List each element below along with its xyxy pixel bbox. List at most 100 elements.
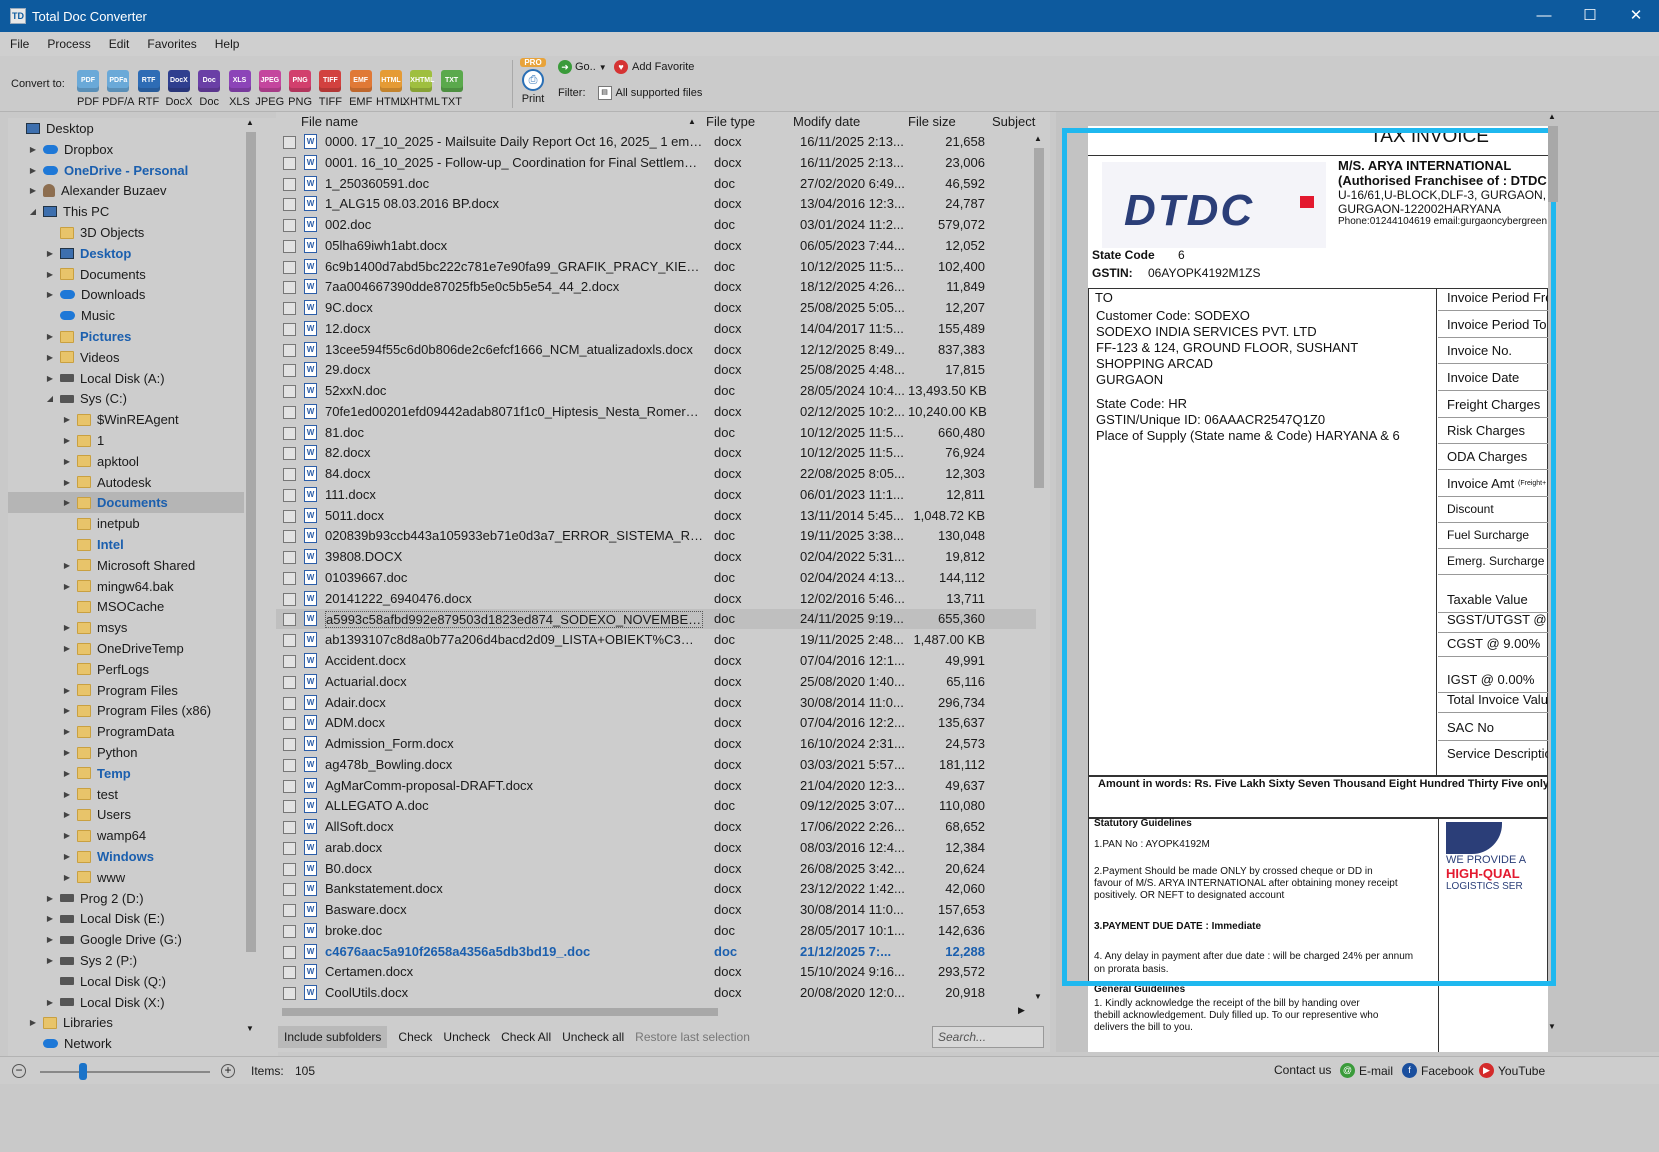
expand-arrow-icon[interactable]: ▶ <box>27 1018 39 1027</box>
row-checkbox[interactable] <box>283 717 296 731</box>
tree-item[interactable]: MSOCache <box>61 596 164 617</box>
tree-item[interactable]: ▶ wamp64 <box>61 825 146 846</box>
row-checkbox[interactable] <box>283 488 296 502</box>
row-checkbox[interactable] <box>283 364 296 378</box>
zoom-out-icon[interactable]: − <box>12 1064 26 1078</box>
file-row[interactable]: W AgMarComm-proposal-DRAFT.docx docx 21/04/… <box>276 776 1036 796</box>
menu-favorites[interactable]: Favorites <box>147 37 196 51</box>
maximize-button[interactable]: ☐ <box>1567 0 1613 32</box>
menu-file[interactable]: File <box>10 37 29 51</box>
file-row[interactable]: W 5011.docx docx 13/11/2014 5:45... 1,048.72… <box>276 506 1036 526</box>
expand-arrow-icon[interactable]: ▶ <box>61 790 73 799</box>
tree-item[interactable]: ▶ Temp <box>61 763 131 784</box>
zoom-in-icon[interactable]: + <box>221 1064 235 1078</box>
expand-arrow-icon[interactable]: ◢ <box>27 207 39 216</box>
expand-arrow-icon[interactable]: ▶ <box>27 145 39 154</box>
file-row[interactable]: W ADM.docx docx 07/04/2016 12:2... 135,637 <box>276 713 1036 733</box>
row-checkbox[interactable] <box>283 219 296 233</box>
tree-item[interactable]: ▶ Microsoft Shared <box>61 555 195 576</box>
tree-item[interactable]: ▶ Local Disk (E:) <box>44 908 165 929</box>
file-row[interactable]: W 01039667.doc doc 02/04/2024 4:13... 144,11… <box>276 568 1036 588</box>
tree-item[interactable]: ▶ Desktop <box>44 243 131 264</box>
file-row[interactable]: W AllSoft.docx docx 17/06/2022 2:26... 68,65… <box>276 817 1036 837</box>
row-checkbox[interactable] <box>283 343 296 357</box>
menu-help[interactable]: Help <box>215 37 240 51</box>
file-row[interactable]: Wa5993c58afbd992e879503d1823ed874_SODEXO… <box>276 609 1036 630</box>
row-checkbox[interactable] <box>283 779 296 793</box>
check-all-button[interactable]: Check All <box>501 1030 551 1044</box>
restore-selection-button[interactable]: Restore last selection <box>635 1030 750 1044</box>
expand-arrow-icon[interactable]: ▶ <box>61 769 73 778</box>
file-row[interactable]: W 84.docx docx 22/08/2025 8:05... 12,303 <box>276 464 1036 484</box>
scroll-down-icon[interactable]: ▼ <box>246 1024 254 1033</box>
file-row[interactable]: W 12.docx docx 14/04/2017 11:5... 155,489 <box>276 319 1036 339</box>
row-checkbox[interactable] <box>283 530 296 544</box>
file-row[interactable]: Wag478b_Bowling.docx docx 03/03/2021 5:57.… <box>276 755 1036 775</box>
row-checkbox[interactable] <box>283 904 296 918</box>
expand-arrow-icon[interactable]: ▶ <box>61 727 73 736</box>
row-checkbox[interactable] <box>283 302 296 316</box>
row-checkbox[interactable] <box>283 136 296 149</box>
expand-arrow-icon[interactable]: ▶ <box>44 290 56 299</box>
tree-item[interactable]: Desktop <box>10 118 94 139</box>
row-checkbox[interactable] <box>283 862 296 876</box>
row-checkbox[interactable] <box>283 322 296 336</box>
scroll-up-icon[interactable]: ▲ <box>1034 134 1042 143</box>
scroll-right-icon[interactable]: ▶ <box>1018 1005 1025 1016</box>
tree-item[interactable]: ▶ Local Disk (X:) <box>44 992 165 1013</box>
file-row[interactable]: W Actuarial.docx docx 25/08/2020 1:40... 65,… <box>276 672 1036 692</box>
expand-arrow-icon[interactable]: ▶ <box>44 894 56 903</box>
expand-arrow-icon[interactable]: ▶ <box>61 831 73 840</box>
row-checkbox[interactable] <box>283 613 296 627</box>
expand-arrow-icon[interactable]: ▶ <box>44 956 56 965</box>
expand-arrow-icon[interactable]: ▶ <box>44 353 56 362</box>
print-button[interactable]: PRO ⎙ Print <box>518 58 548 105</box>
file-row[interactable]: W 111.docx docx 06/01/2023 11:1... 12,811 <box>276 485 1036 505</box>
col-file-size[interactable]: File size <box>908 114 956 129</box>
file-row[interactable]: W 39808.DOCX docx 02/04/2022 5:31... 19,812 <box>276 547 1036 567</box>
file-row[interactable]: W 1_250360591.doc doc 27/02/2020 6:49... 46,… <box>276 174 1036 194</box>
row-checkbox[interactable] <box>283 655 296 668</box>
tree-item[interactable]: ▶ Documents <box>44 264 146 285</box>
file-row[interactable]: W Bankstatement.docx docx 23/12/2022 1:42..… <box>276 879 1036 899</box>
tree-item[interactable]: ▶ Alexander Buzaev <box>27 180 167 201</box>
expand-arrow-icon[interactable]: ▶ <box>61 873 73 882</box>
facebook-link[interactable]: f Facebook <box>1402 1063 1474 1078</box>
email-link[interactable]: @ E-mail <box>1340 1063 1393 1078</box>
row-checkbox[interactable] <box>283 239 296 253</box>
tree-item[interactable]: ◢ This PC <box>27 201 109 222</box>
tree-item[interactable]: ▶ Windows <box>61 846 154 867</box>
tree-item[interactable]: ▶ Documents <box>8 492 244 514</box>
uncheck-all-button[interactable]: Uncheck all <box>562 1030 624 1044</box>
expand-arrow-icon[interactable]: ▶ <box>44 249 56 258</box>
check-button[interactable]: Check <box>398 1030 432 1044</box>
row-checkbox[interactable] <box>283 738 296 752</box>
scroll-down-icon[interactable]: ▼ <box>1548 1022 1556 1031</box>
add-favorite-button[interactable]: ♥ Add Favorite <box>614 60 694 74</box>
tree-item[interactable]: Intel <box>61 534 124 555</box>
row-checkbox[interactable] <box>283 281 296 295</box>
expand-arrow-icon[interactable]: ▶ <box>61 457 73 466</box>
row-checkbox[interactable] <box>283 945 296 959</box>
tree-item[interactable]: Network <box>27 1033 112 1054</box>
file-row[interactable]: W 002.doc doc 03/01/2024 11:2... 579,072 <box>276 215 1036 235</box>
zoom-slider[interactable] <box>40 1071 210 1073</box>
file-list-scroll-thumb[interactable] <box>1034 148 1044 488</box>
row-checkbox[interactable] <box>283 385 296 399</box>
tree-scroll-thumb[interactable] <box>246 132 256 952</box>
file-row[interactable]: W B0.docx docx 26/08/2025 3:42... 20,624 <box>276 859 1036 879</box>
tree-item[interactable]: ▶ Sys 2 (P:) <box>44 950 137 971</box>
expand-arrow-icon[interactable]: ◢ <box>44 394 56 403</box>
expand-arrow-icon[interactable]: ▶ <box>61 415 73 424</box>
tree-item[interactable]: ▶ Libraries <box>27 1012 113 1033</box>
row-checkbox[interactable] <box>283 468 296 482</box>
col-modify-date[interactable]: Modify date <box>793 114 860 129</box>
expand-arrow-icon[interactable]: ▶ <box>44 998 56 1007</box>
tree-item[interactable]: ▶ Users <box>61 804 131 825</box>
col-subject[interactable]: Subject <box>992 114 1035 129</box>
search-input[interactable]: Search... <box>932 1026 1044 1048</box>
tree-item[interactable]: ▶ www <box>61 867 125 888</box>
contact-us-link[interactable]: Contact us <box>1274 1063 1331 1077</box>
expand-arrow-icon[interactable]: ▶ <box>44 914 56 923</box>
file-row[interactable]: W 020839b93ccb443a105933eb71e0d3a7_ERROR_… <box>276 526 1036 546</box>
